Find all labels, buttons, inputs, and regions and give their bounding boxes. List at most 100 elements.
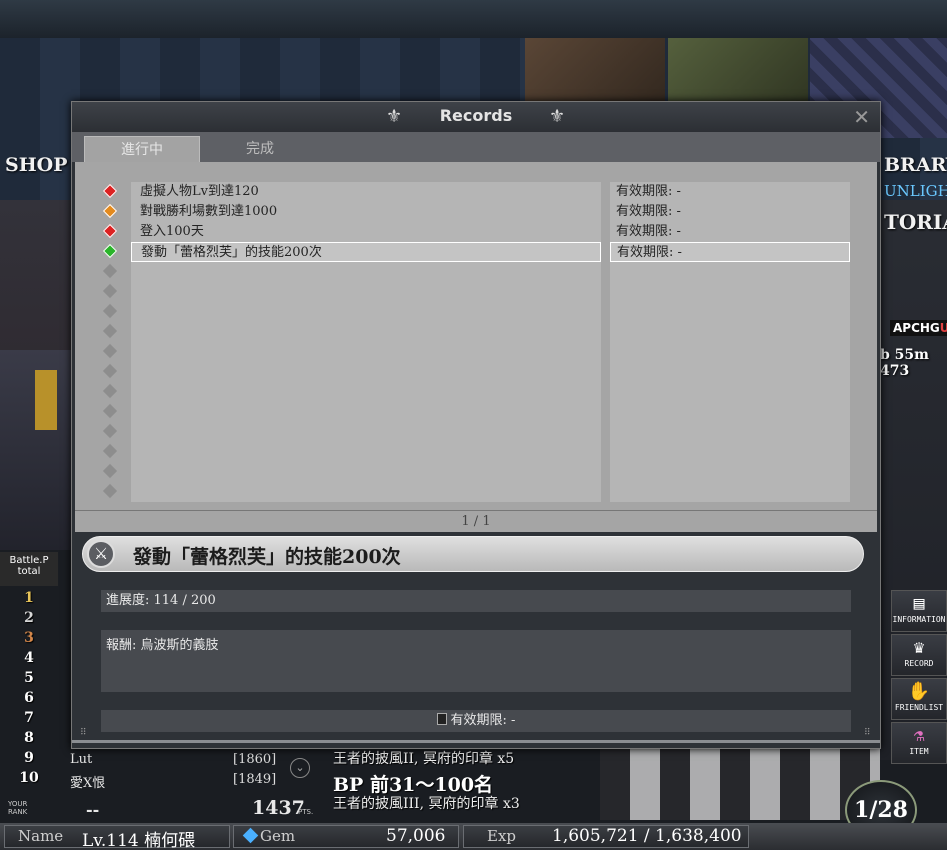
record-expiry-cell: 有效期限: - (610, 242, 850, 262)
record-expiry-cell (610, 322, 850, 342)
document-icon: ▤ (913, 593, 925, 614)
record-expiry-cell (610, 402, 850, 422)
records-dialog: ⚜ Records ⚜ ✕ 進行中 完成 虛擬人物Lv到達120 有效期限: -對… (71, 101, 881, 749)
chevron-down-icon[interactable]: ⌄ (290, 758, 310, 778)
ranking-player-score: [1860] (233, 752, 277, 767)
trophy-icon: ♛ (913, 637, 925, 658)
ranking-player-name: Lut (70, 752, 93, 767)
record-name (131, 402, 601, 422)
name-label: Name (18, 827, 64, 845)
gem-orange-icon (102, 203, 118, 219)
ap-change-text: APCHG (893, 321, 940, 335)
tutorial-button[interactable]: TORIAL (884, 210, 947, 234)
ap-timer: b 55m 473 (880, 347, 929, 379)
handshake-icon: ✋ (907, 681, 931, 702)
record-row[interactable] (75, 482, 877, 502)
gem-empty-icon (102, 263, 118, 279)
rank-number: 7 (24, 710, 34, 726)
record-name (131, 262, 601, 282)
record-row[interactable]: 虛擬人物Lv到達120 有效期限: - (75, 182, 877, 202)
record-progress: 進展度: 114 / 200 (101, 590, 851, 612)
close-icon[interactable]: ✕ (853, 105, 870, 129)
record-expiry-cell (610, 362, 850, 382)
item-button[interactable]: ⚗ ITEM (891, 722, 947, 764)
library-button[interactable]: BRARY (884, 154, 947, 176)
record-row[interactable] (75, 262, 877, 282)
top-background (0, 0, 947, 38)
record-name (131, 362, 601, 382)
record-button[interactable]: ♛ RECORD (891, 634, 947, 676)
ranking-player-name: 愛X恨 (70, 776, 106, 791)
record-row[interactable] (75, 402, 877, 422)
bottom-scene (600, 745, 880, 820)
your-rank-value: -- (86, 800, 100, 819)
corner-grip-icon: ⠿ (864, 728, 871, 738)
information-button[interactable]: ▤ INFORMATION (891, 590, 947, 632)
ornament-icon: ⚜ (549, 106, 566, 127)
gem-label: Gem (260, 827, 296, 845)
gem-empty-icon (102, 463, 118, 479)
record-reward: 報酬: 烏波斯的義肢 (101, 630, 851, 692)
record-name (131, 322, 601, 342)
rank-number: 1 (24, 590, 34, 606)
gem-green-icon (102, 243, 118, 259)
gem-label-wrap: Gem (242, 827, 296, 845)
gem-empty-icon (102, 283, 118, 299)
rank-number: 6 (24, 690, 34, 706)
rank-number: 3 (24, 630, 34, 646)
record-detail-header: ⚔ 發動「蕾格烈芙」的技能200次 (82, 536, 864, 572)
ranking-player-score: [1849] (233, 772, 277, 787)
record-list: 虛擬人物Lv到達120 有效期限: - 對戰勝利場數到達1000 有效期限: - 登入1… (75, 162, 877, 532)
record-row[interactable] (75, 322, 877, 342)
ranking-header: Battle.P total (0, 552, 58, 586)
record-expiry-cell (610, 442, 850, 462)
points-unit: PTS. (298, 808, 314, 816)
tab-completed[interactable]: 完成 (202, 136, 318, 162)
ap-change-up-text: UP (939, 321, 947, 335)
record-expiry-cell (610, 262, 850, 282)
rank-number: 4 (24, 650, 34, 666)
dialog-bottom-border (72, 740, 880, 743)
record-row[interactable] (75, 422, 877, 442)
hourglass-icon (436, 713, 447, 725)
item-label: ITEM (909, 747, 929, 756)
record-expiry-cell (610, 302, 850, 322)
record-name: 登入100天 (131, 222, 601, 242)
ap-change-badge: APCHGUP (890, 320, 947, 336)
record-expiry-cell (610, 462, 850, 482)
character-art-left (0, 200, 72, 550)
record-name: 發動「蕾格烈芙」的技能200次 (131, 242, 601, 262)
record-row[interactable] (75, 462, 877, 482)
record-row[interactable] (75, 442, 877, 462)
character-scarf (35, 370, 57, 430)
record-expiry-cell: 有效期限: - (610, 202, 850, 222)
record-name (131, 482, 601, 502)
record-row[interactable] (75, 342, 877, 362)
record-row[interactable]: 登入100天 有效期限: - (75, 222, 877, 242)
potion-icon: ⚗ (913, 725, 925, 746)
exp-value: 1,605,721 / 1,638,400 (552, 826, 742, 846)
points-value: 1437 (252, 797, 305, 819)
record-name (131, 302, 601, 322)
record-name (131, 422, 601, 442)
record-row[interactable]: 對戰勝利場數到達1000 有效期限: - (75, 202, 877, 222)
gem-empty-icon (102, 483, 118, 499)
record-label: RECORD (904, 659, 934, 668)
record-name: 虛擬人物Lv到達120 (131, 182, 601, 202)
side-menu: ▤ INFORMATION ♛ RECORD ✋ FRIENDLIST ⚗ IT… (891, 590, 947, 766)
record-row[interactable] (75, 382, 877, 402)
name-value: Lv.114 楠何碨 (82, 831, 196, 850)
tab-in-progress[interactable]: 進行中 (84, 136, 200, 162)
record-row[interactable] (75, 302, 877, 322)
gem-red-icon (102, 183, 118, 199)
gem-empty-icon (102, 343, 118, 359)
record-row[interactable]: 發動「蕾格烈芙」的技能200次 有效期限: - (75, 242, 877, 262)
shop-button[interactable]: SHOP (5, 154, 68, 176)
record-expiry-cell (610, 422, 850, 442)
rank-number: 5 (24, 670, 34, 686)
friendlist-button[interactable]: ✋ FRIENDLIST (891, 678, 947, 720)
gem-icon (242, 827, 259, 844)
record-row[interactable] (75, 362, 877, 382)
record-row[interactable] (75, 282, 877, 302)
your-rank-label: YOUR RANK (8, 800, 28, 816)
